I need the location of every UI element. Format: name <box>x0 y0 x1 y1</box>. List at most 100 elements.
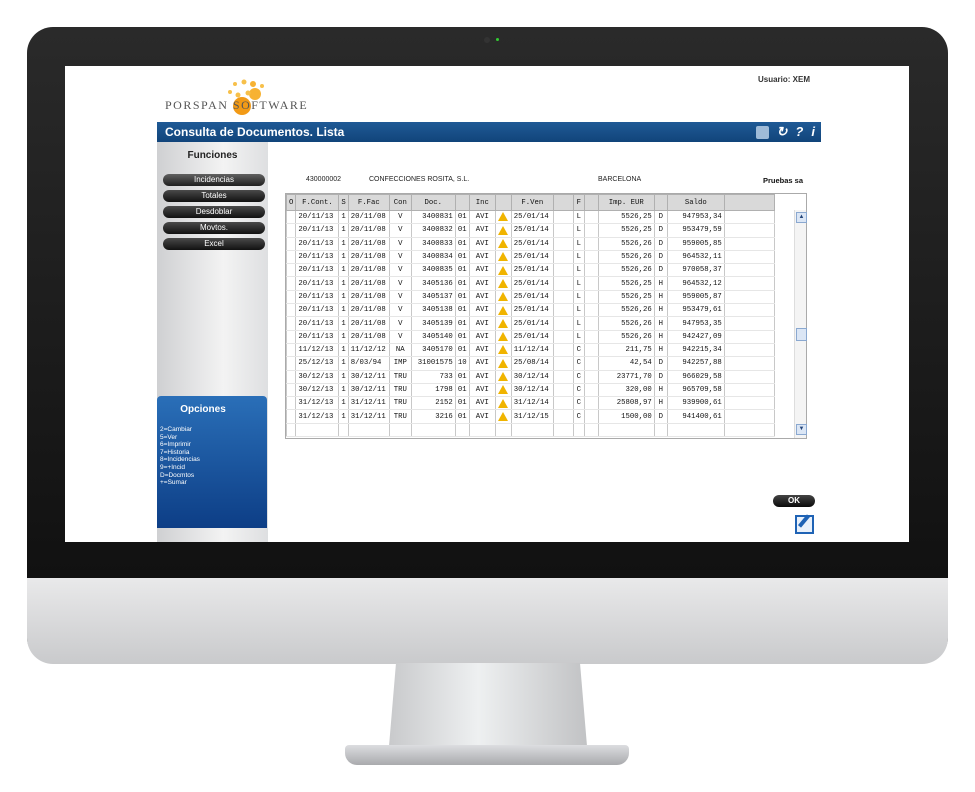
table-cell: 942427,09 <box>666 330 725 344</box>
table-row[interactable]: 25/12/13 1 8/03/94 IMP 31001575 10 AVI 25/08/14… <box>285 356 775 371</box>
column-header[interactable]: Inc <box>468 194 496 211</box>
table-cell <box>285 290 297 305</box>
column-header[interactable] <box>583 194 599 211</box>
table-cell: 953479,61 <box>666 303 725 318</box>
table-row[interactable]: 20/11/13 1 20/11/08 V 3405136 01 AVI 25/01/14 L 5… <box>285 276 775 291</box>
empty-cell <box>653 423 668 438</box>
opciones-list: 2=Cambiar 5=Ver 6=Imprimir 7=Historia 8=… <box>160 426 200 487</box>
help-icon[interactable]: ? <box>795 123 803 141</box>
warning-icon <box>498 252 509 262</box>
row-spacer <box>723 396 775 411</box>
table-cell: 20/11/08 <box>347 250 390 265</box>
info-icon[interactable]: i <box>811 123 815 141</box>
empty-cell <box>552 423 574 438</box>
empty-cell <box>388 423 412 438</box>
table-cell: 25/01/14 <box>510 263 554 278</box>
table-cell: 5526,25 <box>597 223 655 238</box>
column-header[interactable]: F <box>572 194 585 211</box>
table-cell <box>552 330 574 344</box>
table-cell: D <box>653 237 668 251</box>
table-cell: 20/11/08 <box>347 223 390 238</box>
incidencias-button[interactable]: Incidencias <box>163 174 265 186</box>
warning-icon <box>498 411 509 421</box>
table-cell <box>285 276 297 291</box>
table-cell: C <box>572 383 585 398</box>
refresh-icon[interactable]: ↻ <box>777 123 788 141</box>
table-cell <box>552 263 574 278</box>
table-row[interactable]: 20/11/13 1 20/11/08 V 3400834 01 AVI 25/01/14 L 5… <box>285 250 775 265</box>
column-header[interactable]: Imp. EUR <box>597 194 655 211</box>
camera <box>484 37 490 43</box>
table-cell: 31001575 <box>410 356 456 371</box>
table-row[interactable]: 31/12/13 1 31/12/11 TRU 3216 01 AVI 31/12/15 C 15… <box>285 409 775 424</box>
row-spacer <box>723 223 775 238</box>
monitor-foot <box>345 745 629 765</box>
table-row[interactable]: 20/11/13 1 20/11/08 V 3400835 01 AVI 25/01/14 L 5… <box>285 263 775 278</box>
warning-icon <box>498 278 509 288</box>
gear-icon[interactable] <box>755 125 769 139</box>
scroll-up-icon[interactable]: ▲ <box>796 212 807 223</box>
table-row[interactable]: 30/12/13 1 30/12/11 TRU 1798 01 AVI 30/12/14 C 32… <box>285 383 775 398</box>
column-header[interactable]: Doc. <box>410 194 456 211</box>
table-row[interactable]: 20/11/13 1 20/11/08 V 3400831 01 AVI 25/01/14 L 5… <box>285 210 775 225</box>
table-cell: 5526,25 <box>597 290 655 305</box>
scroll-thumb[interactable] <box>796 328 807 341</box>
desdoblar-button[interactable]: Desdoblar <box>163 206 265 218</box>
totales-button[interactable]: Totales <box>163 190 265 202</box>
table-row[interactable]: 20/11/13 1 20/11/08 V 3400833 01 AVI 25/01/14 L 5… <box>285 237 775 251</box>
table-row[interactable]: 20/11/13 1 20/11/08 V 3405137 01 AVI 25/01/14 L 5… <box>285 290 775 305</box>
column-header[interactable] <box>454 194 470 211</box>
table-row[interactable]: 11/12/13 1 11/12/12 NA 3405170 01 AVI 11/12/14 C… <box>285 343 775 358</box>
empty-cell <box>666 423 725 438</box>
table-row[interactable]: 30/12/13 1 30/12/11 TRU 733 01 AVI 30/12/14 C 237… <box>285 370 775 384</box>
row-spacer <box>723 409 775 424</box>
funciones-title: Funciones <box>187 150 238 161</box>
table-row[interactable]: 20/11/13 1 20/11/08 V 3400832 01 AVI 25/01/14 L 5… <box>285 223 775 238</box>
row-spacer <box>723 330 775 344</box>
edit-export-icon[interactable] <box>795 515 814 534</box>
table-row[interactable]: 20/11/13 1 20/11/08 V 3405138 01 AVI 25/01/14 L 5… <box>285 303 775 318</box>
column-header-spacer <box>723 194 775 211</box>
table-cell <box>583 330 599 344</box>
account-name: CONFECCIONES ROSITA, S.L. <box>369 176 470 183</box>
ok-button[interactable]: OK <box>773 495 815 507</box>
column-header[interactable]: O <box>285 194 297 211</box>
table-row[interactable]: 31/12/13 1 31/12/11 TRU 2152 01 AVI 31/12/14 C 25… <box>285 396 775 411</box>
table-cell: 31/12/13 <box>295 396 340 411</box>
table-cell <box>583 316 599 331</box>
scroll-down-icon[interactable]: ▼ <box>796 424 807 435</box>
table-cell: 11/12/14 <box>510 343 554 358</box>
opciones-panel: Opciones 2=Cambiar 5=Ver 6=Imprimir 7=Hi… <box>157 396 267 528</box>
table-row[interactable]: 20/11/13 1 20/11/08 V 3405140 01 AVI 25/01/14 L 5… <box>285 330 775 344</box>
table-cell: 1 <box>338 303 349 318</box>
excel-button[interactable]: Excel <box>163 238 265 250</box>
table-cell: 1 <box>338 383 349 398</box>
table-cell: 1 <box>338 356 349 371</box>
column-header[interactable]: S <box>338 194 349 211</box>
option-item: D=Docmtos <box>160 471 195 479</box>
movtos-button[interactable]: Movtos. <box>163 222 265 234</box>
table-cell: 965709,58 <box>666 383 725 398</box>
documents-grid: O F.Cont. S F.Fac Con Doc. Inc F.Ven F Imp. EUR Sa… <box>285 193 807 439</box>
table-cell: 1 <box>338 263 349 278</box>
table-cell: V <box>388 303 412 318</box>
column-header[interactable] <box>653 194 668 211</box>
monitor-chin <box>27 578 948 664</box>
vertical-scrollbar[interactable]: ▲ ▼ <box>794 210 807 438</box>
column-header[interactable] <box>494 194 512 211</box>
empty-row <box>285 423 775 438</box>
column-header[interactable]: F.Cont. <box>295 194 340 211</box>
column-header[interactable] <box>552 194 574 211</box>
table-cell: 20/11/08 <box>347 276 390 291</box>
column-header[interactable]: F.Ven <box>510 194 554 211</box>
table-cell: AVI <box>468 409 496 424</box>
table-row[interactable]: 20/11/13 1 20/11/08 V 3405139 01 AVI 25/01/14 L 5… <box>285 316 775 331</box>
column-header[interactable]: Saldo <box>666 194 725 211</box>
empty-cell <box>454 423 470 438</box>
documents-table: O F.Cont. S F.Fac Con Doc. Inc F.Ven F Imp. EUR Sa… <box>285 194 775 438</box>
column-header[interactable]: Con <box>388 194 412 211</box>
table-cell: 30/12/14 <box>510 370 554 384</box>
table-cell: 1500,00 <box>597 409 655 424</box>
column-header[interactable]: F.Fac <box>347 194 390 211</box>
table-cell: 20/11/08 <box>347 330 390 344</box>
